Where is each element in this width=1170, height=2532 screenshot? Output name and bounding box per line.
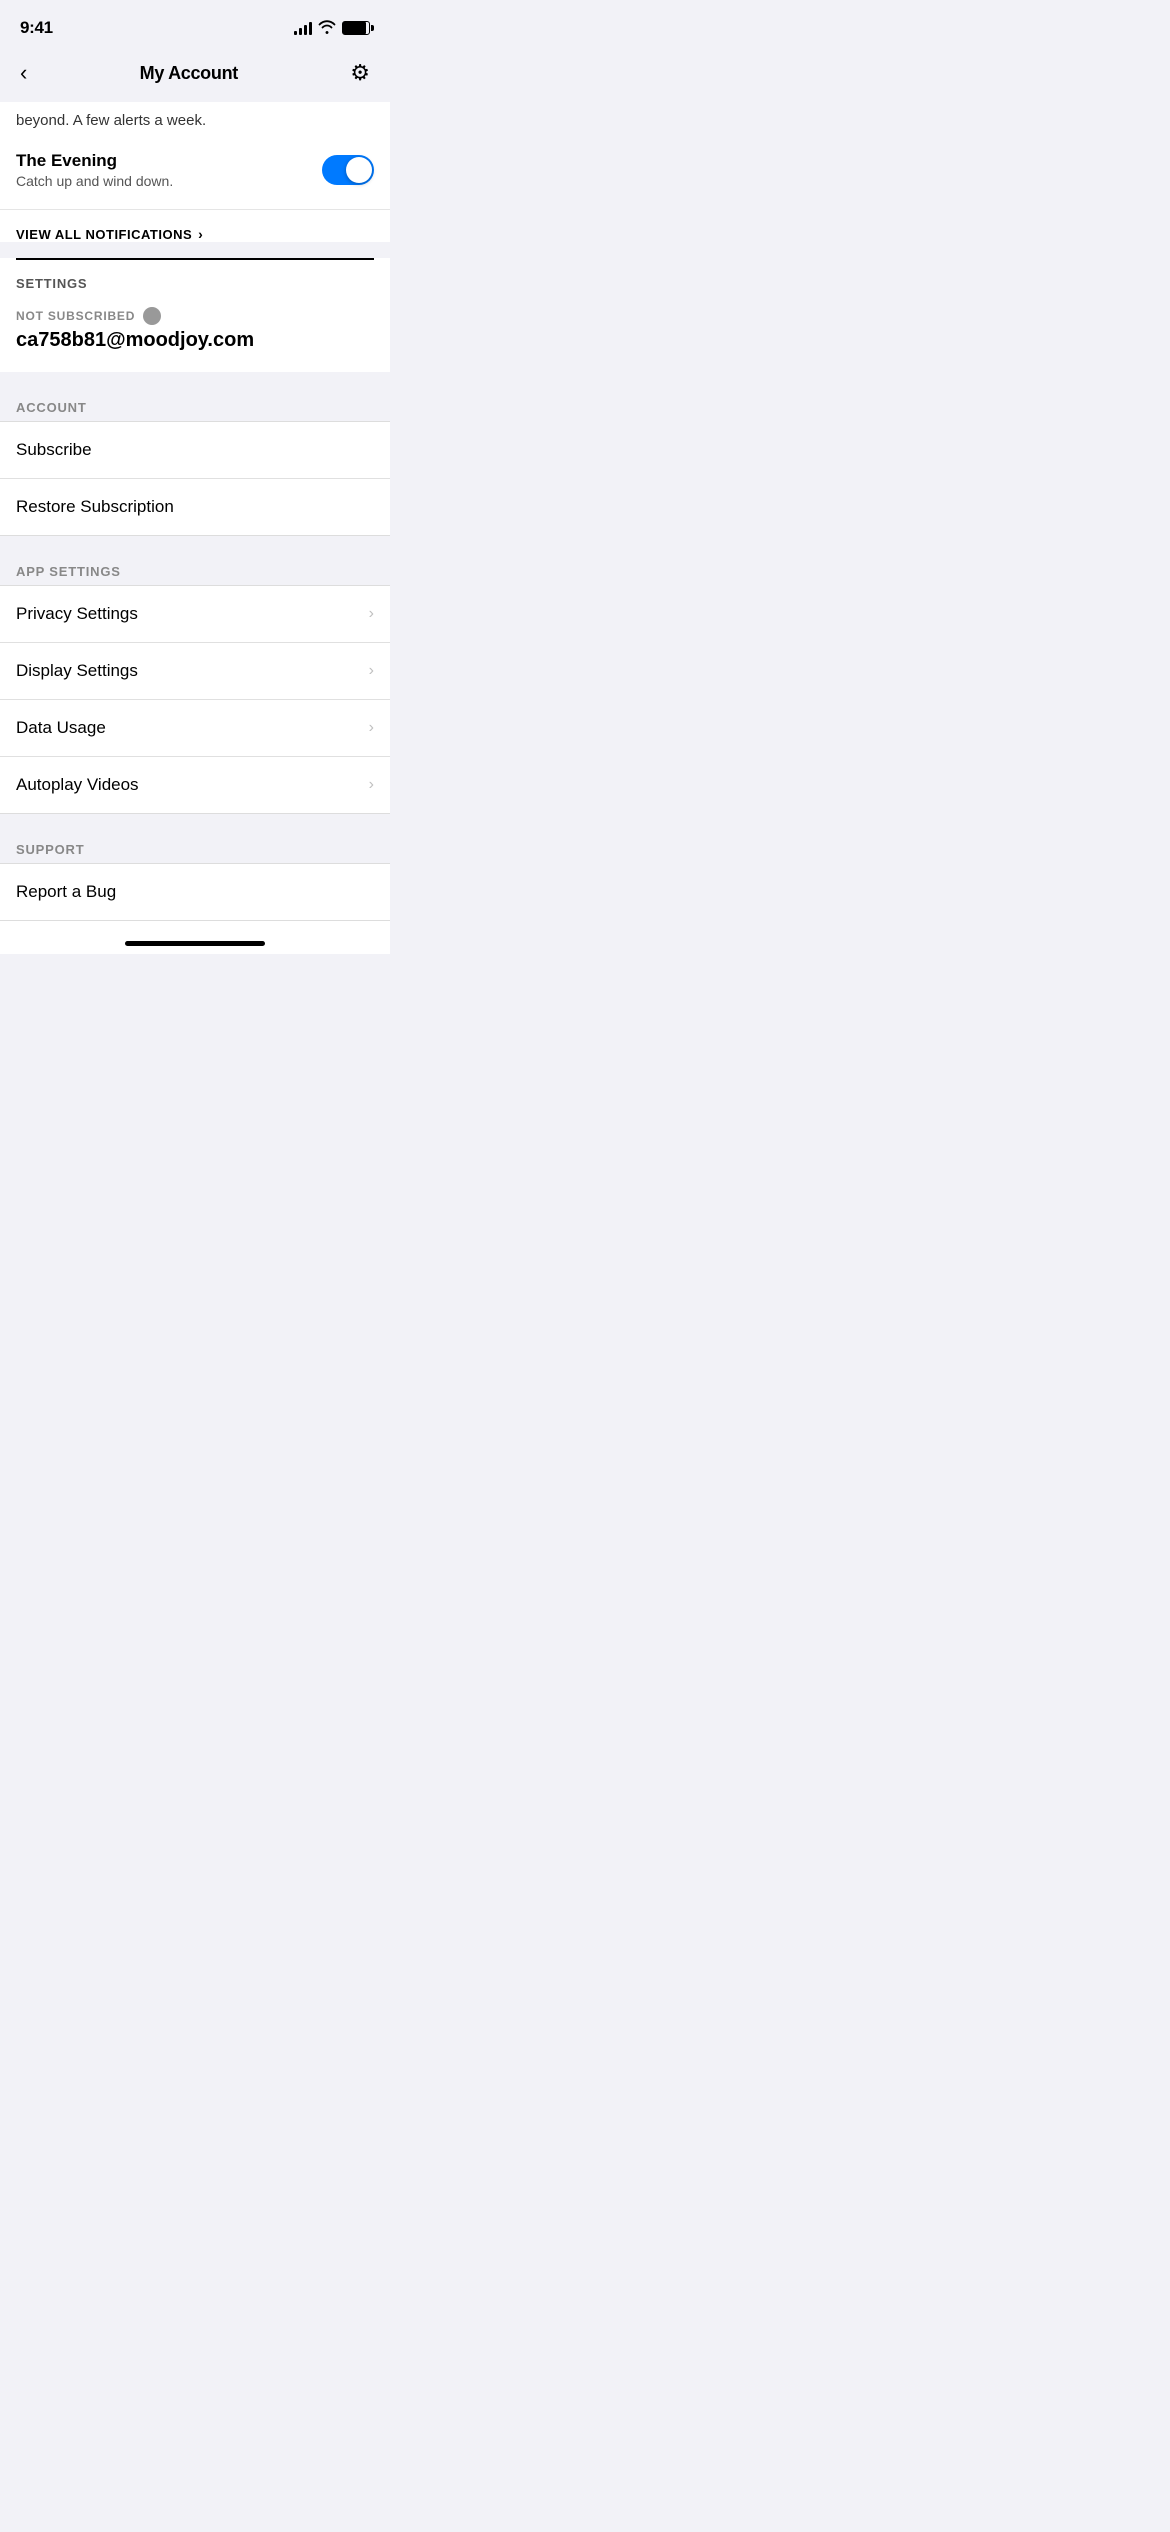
- restore-subscription-label: Restore Subscription: [16, 497, 174, 517]
- toggle-knob: [346, 157, 372, 183]
- evening-notification-title: The Evening: [16, 151, 173, 171]
- view-all-notifications-button[interactable]: VIEW ALL NOTIFICATIONS ›: [16, 226, 374, 242]
- subscription-status-dot: [143, 307, 161, 325]
- subscribe-item[interactable]: Subscribe: [0, 422, 390, 479]
- view-all-notifications-section: VIEW ALL NOTIFICATIONS ›: [0, 210, 390, 242]
- status-bar: 9:41: [0, 0, 390, 48]
- account-section: ACCOUNT Subscribe Restore Subscription: [0, 372, 390, 536]
- subscription-status-label: NOT SUBSCRIBED: [16, 309, 135, 323]
- chevron-right-icon: ›: [369, 662, 374, 680]
- support-section-label: SUPPORT: [0, 834, 390, 863]
- evening-notification-item: The Evening Catch up and wind down.: [16, 147, 374, 193]
- evening-toggle[interactable]: [322, 155, 374, 185]
- restore-subscription-item[interactable]: Restore Subscription: [0, 479, 390, 535]
- back-button[interactable]: ‹: [16, 56, 31, 90]
- app-settings-section: APP SETTINGS Privacy Settings › Display …: [0, 556, 390, 814]
- home-indicator: [125, 941, 265, 946]
- gear-icon[interactable]: ⚙: [346, 56, 374, 90]
- report-bug-label: Report a Bug: [16, 882, 116, 902]
- report-bug-item[interactable]: Report a Bug: [0, 864, 390, 920]
- status-time: 9:41: [20, 18, 53, 38]
- wifi-icon: [318, 20, 336, 37]
- privacy-settings-label: Privacy Settings: [16, 604, 138, 624]
- chevron-right-icon: ›: [369, 719, 374, 737]
- display-settings-item[interactable]: Display Settings ›: [0, 643, 390, 700]
- subscribe-label: Subscribe: [16, 440, 92, 460]
- partial-notification-text: beyond. A few alerts a week.: [16, 112, 374, 129]
- data-usage-item[interactable]: Data Usage ›: [0, 700, 390, 757]
- subscription-info: NOT SUBSCRIBED ca758b81@moodjoy.com: [0, 303, 390, 372]
- chevron-right-icon: ›: [198, 226, 203, 242]
- page-title: My Account: [140, 63, 238, 84]
- subscription-email: ca758b81@moodjoy.com: [16, 329, 374, 352]
- display-settings-label: Display Settings: [16, 661, 138, 681]
- signal-bars-icon: [294, 21, 312, 35]
- data-usage-label: Data Usage: [16, 718, 106, 738]
- account-section-label: ACCOUNT: [0, 392, 390, 421]
- chevron-right-icon: ›: [369, 605, 374, 623]
- notification-partial-section: beyond. A few alerts a week. The Evening…: [0, 102, 390, 210]
- battery-icon: [342, 21, 370, 35]
- evening-notification-desc: Catch up and wind down.: [16, 173, 173, 189]
- chevron-right-icon: ›: [369, 776, 374, 794]
- support-section: SUPPORT Report a Bug: [0, 834, 390, 921]
- autoplay-videos-item[interactable]: Autoplay Videos ›: [0, 757, 390, 813]
- autoplay-videos-label: Autoplay Videos: [16, 775, 139, 795]
- settings-section-label: SETTINGS: [0, 260, 390, 303]
- account-list: Subscribe Restore Subscription: [0, 421, 390, 536]
- support-list: Report a Bug: [0, 863, 390, 921]
- privacy-settings-item[interactable]: Privacy Settings ›: [0, 586, 390, 643]
- view-all-label: VIEW ALL NOTIFICATIONS: [16, 227, 192, 242]
- app-settings-section-label: APP SETTINGS: [0, 556, 390, 585]
- app-settings-list: Privacy Settings › Display Settings › Da…: [0, 585, 390, 814]
- status-icons: [294, 20, 370, 37]
- nav-bar: ‹ My Account ⚙: [0, 48, 390, 102]
